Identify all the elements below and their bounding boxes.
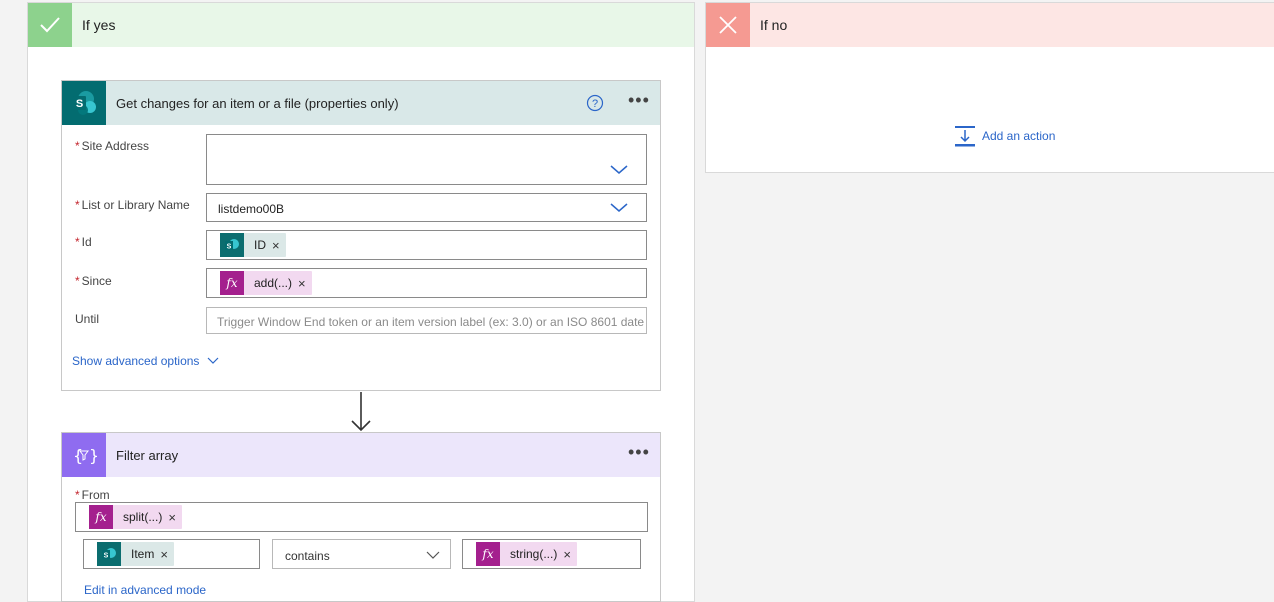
since-label: * Since	[75, 274, 112, 288]
since-field[interactable]: fx add(...) ×	[206, 268, 647, 298]
filter-array-action-card: { } Filter array ••• *From fx split(...)…	[61, 432, 661, 602]
fx-icon: fx	[476, 542, 500, 566]
until-input[interactable]: Trigger Window End token or an item vers…	[206, 307, 647, 334]
remove-token-icon[interactable]: ×	[563, 547, 577, 562]
svg-text:?: ?	[592, 98, 598, 110]
id-field[interactable]: S ID ×	[206, 230, 647, 260]
from-label: * From	[75, 488, 110, 502]
site-address-dropdown[interactable]	[206, 134, 647, 185]
if-no-title: If no	[760, 17, 788, 33]
until-placeholder: Trigger Window End token or an item vers…	[217, 315, 645, 329]
if-no-header[interactable]: If no	[706, 3, 1274, 47]
svg-text:S: S	[227, 244, 232, 251]
fx-icon: fx	[220, 271, 244, 295]
sharepoint-icon: S	[97, 542, 121, 566]
get-changes-title: Get changes for an item or a file (prope…	[116, 96, 399, 111]
close-icon	[706, 3, 750, 47]
fx-icon: fx	[89, 505, 113, 529]
svg-text:S: S	[76, 98, 83, 110]
more-options-icon[interactable]: •••	[628, 443, 650, 461]
sharepoint-icon: S	[62, 81, 106, 125]
svg-text:{: {	[73, 446, 83, 465]
more-options-icon[interactable]: •••	[628, 91, 650, 109]
show-advanced-options-link[interactable]: Show advanced options	[72, 354, 219, 368]
from-token[interactable]: fx split(...) ×	[89, 505, 182, 529]
svg-text:}: }	[89, 446, 97, 465]
if-yes-title: If yes	[82, 17, 116, 33]
from-token-label: split(...)	[123, 510, 163, 524]
sharepoint-icon: S	[220, 233, 244, 257]
condition-right-field[interactable]: fx string(...) ×	[462, 539, 641, 569]
filter-array-icon: { }	[62, 433, 106, 477]
filter-array-header[interactable]: { } Filter array •••	[62, 433, 660, 477]
svg-text:S: S	[104, 553, 109, 560]
item-token[interactable]: S Item ×	[97, 542, 174, 566]
get-changes-action-card: S Get changes for an item or a file (pro…	[61, 80, 661, 391]
item-token-label: Item	[131, 547, 155, 561]
chevron-down-icon	[610, 165, 628, 174]
remove-token-icon[interactable]: ×	[168, 510, 182, 525]
if-no-branch: If no Add an action	[705, 2, 1274, 173]
list-name-label: * List or Library Name	[75, 198, 190, 212]
chevron-down-icon	[426, 551, 440, 559]
get-changes-header[interactable]: S Get changes for an item or a file (pro…	[62, 81, 660, 125]
condition-left-field[interactable]: S Item ×	[83, 539, 260, 569]
string-token-label: string(...)	[510, 547, 558, 561]
add-action-icon	[955, 126, 975, 147]
since-token-label: add(...)	[254, 276, 293, 290]
add-action-label: Add an action	[982, 129, 1056, 143]
until-label: Until	[75, 312, 100, 326]
list-name-dropdown[interactable]: listdemo00B	[206, 193, 647, 222]
edit-advanced-mode-link[interactable]: Edit in advanced mode	[84, 583, 206, 597]
id-token[interactable]: S ID ×	[220, 233, 286, 257]
operator-value: contains	[285, 549, 330, 563]
id-label: * Id	[75, 235, 92, 249]
operator-dropdown[interactable]: contains	[272, 539, 451, 569]
string-token[interactable]: fx string(...) ×	[476, 542, 577, 566]
if-yes-header[interactable]: If yes	[28, 3, 694, 47]
site-address-label: * Site Address	[75, 139, 150, 153]
down-arrow-connector-icon	[351, 392, 371, 432]
remove-token-icon[interactable]: ×	[272, 238, 286, 253]
help-icon[interactable]: ?	[586, 94, 604, 112]
chevron-down-icon	[208, 357, 219, 364]
from-field[interactable]: fx split(...) ×	[75, 502, 648, 532]
list-name-value: listdemo00B	[218, 202, 285, 216]
remove-token-icon[interactable]: ×	[298, 276, 312, 291]
chevron-down-icon	[610, 203, 628, 212]
show-advanced-label: Show advanced options	[72, 354, 200, 368]
id-token-label: ID	[254, 238, 266, 252]
since-token[interactable]: fx add(...) ×	[220, 271, 312, 295]
add-action-button[interactable]: Add an action	[954, 125, 1055, 147]
remove-token-icon[interactable]: ×	[160, 547, 174, 562]
checkmark-icon	[28, 3, 72, 47]
filter-array-title: Filter array	[116, 448, 179, 463]
